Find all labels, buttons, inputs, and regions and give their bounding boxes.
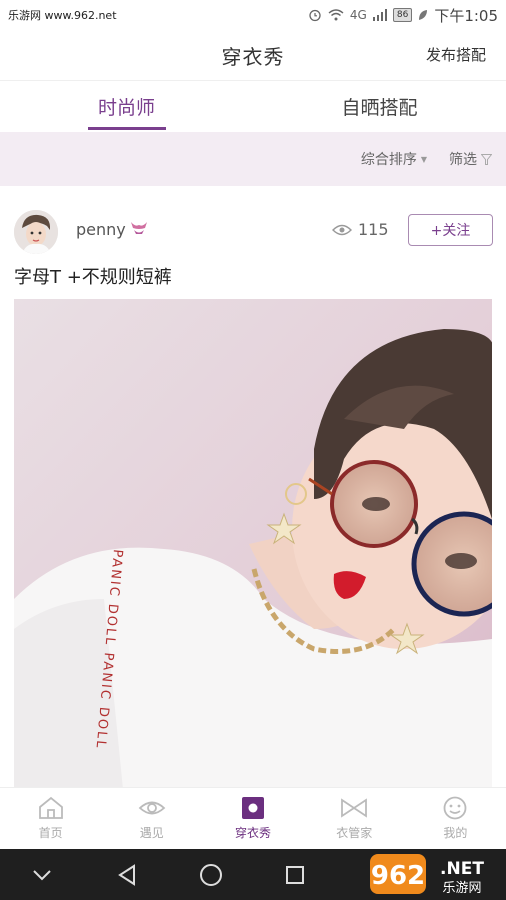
publish-outfit-button[interactable]: 发布搭配 [426, 44, 486, 65]
bikini-badge-icon [131, 222, 147, 234]
follow-button[interactable]: +关注 [408, 214, 493, 246]
nav-mine[interactable]: 我的 [405, 788, 506, 849]
svg-text:乐游网: 乐游网 [442, 881, 481, 896]
category-tabs: 时尚师 自晒搭配 [0, 80, 506, 132]
recents-button[interactable] [282, 862, 308, 888]
nav-meet[interactable]: 遇见 [101, 788, 202, 849]
chevron-down-icon [33, 869, 51, 880]
selfie-illustration: PANIC DOLL PANIC DOLL [14, 299, 492, 799]
alarm-icon [309, 9, 321, 22]
page-title: 穿衣秀 [221, 44, 285, 69]
nav-wardrobe[interactable]: 衣管家 [304, 788, 405, 849]
username[interactable]: penny [76, 220, 126, 239]
nav-home[interactable]: 首页 [0, 788, 101, 849]
svg-text:962: 962 [371, 861, 425, 891]
status-bar: 乐游网 www.962.net 4G 86 下午1:05 [0, 0, 506, 30]
eye-icon [138, 801, 166, 815]
nav-outfit-show[interactable]: 穿衣秀 [202, 788, 303, 849]
view-count: 115 [332, 220, 389, 239]
leaf-icon [419, 10, 428, 20]
bow-icon [341, 798, 368, 818]
nav-wardrobe-label: 衣管家 [336, 826, 373, 840]
app-screen: 乐游网 www.962.net 4G 86 下午1:05 穿衣秀 发布搭配 时尚… [0, 0, 506, 900]
tab-self-outfits[interactable]: 自晒搭配 [253, 81, 506, 132]
avatar-image [14, 210, 58, 254]
face-icon [444, 796, 467, 820]
post-header: penny 115 +关注 [0, 200, 506, 260]
tab-fashionista[interactable]: 时尚师 [0, 81, 253, 132]
post-title[interactable]: 字母T +不规则短裤 [14, 263, 172, 289]
view-count-value: 115 [358, 220, 389, 239]
nav-meet-label: 遇见 [139, 826, 164, 840]
show-icon [242, 797, 264, 819]
eye-icon [332, 224, 352, 235]
caret-down-icon: ▼ [420, 154, 427, 164]
back-triangle-icon [117, 863, 135, 886]
home-icon [38, 796, 63, 819]
962-net-logo: 962 .NET 乐游网 [370, 854, 484, 896]
back-button[interactable] [114, 862, 140, 888]
sort-dropdown[interactable]: 综合排序 ▼ [361, 149, 427, 169]
home-circle-icon [199, 863, 222, 886]
sort-label: 综合排序 [360, 152, 417, 168]
nav-mine-label: 我的 [443, 826, 468, 840]
hide-keyboard-button[interactable] [29, 862, 55, 888]
bottom-tab-bar: 首页 遇见 穿衣秀 衣管家 我的 [0, 787, 506, 849]
filter-label: 筛选 [449, 152, 477, 168]
home-button[interactable] [198, 862, 224, 888]
svg-text:.NET: .NET [440, 859, 484, 879]
site-watermark: 乐游网 www.962.net [8, 9, 117, 22]
clock: 下午1:05 [434, 6, 498, 25]
post-photo[interactable]: PANIC DOLL PANIC DOLL [14, 299, 492, 799]
avatar[interactable] [14, 210, 58, 254]
filter-button[interactable]: 筛选 [449, 149, 492, 169]
wifi-icon [328, 9, 344, 21]
signal-label: 4G [349, 8, 367, 22]
signal-icon [372, 9, 387, 21]
funnel-icon [481, 153, 492, 165]
filter-bar: 综合排序 ▼ 筛选 [0, 132, 506, 186]
nav-outfit-show-label: 穿衣秀 [235, 826, 272, 840]
app-header: 穿衣秀 发布搭配 [0, 30, 506, 80]
battery-level: 86 [392, 8, 413, 22]
status-icons: 4G 86 下午1:05 [308, 5, 498, 26]
nav-home-label: 首页 [38, 826, 63, 840]
recents-square-icon [286, 865, 305, 884]
